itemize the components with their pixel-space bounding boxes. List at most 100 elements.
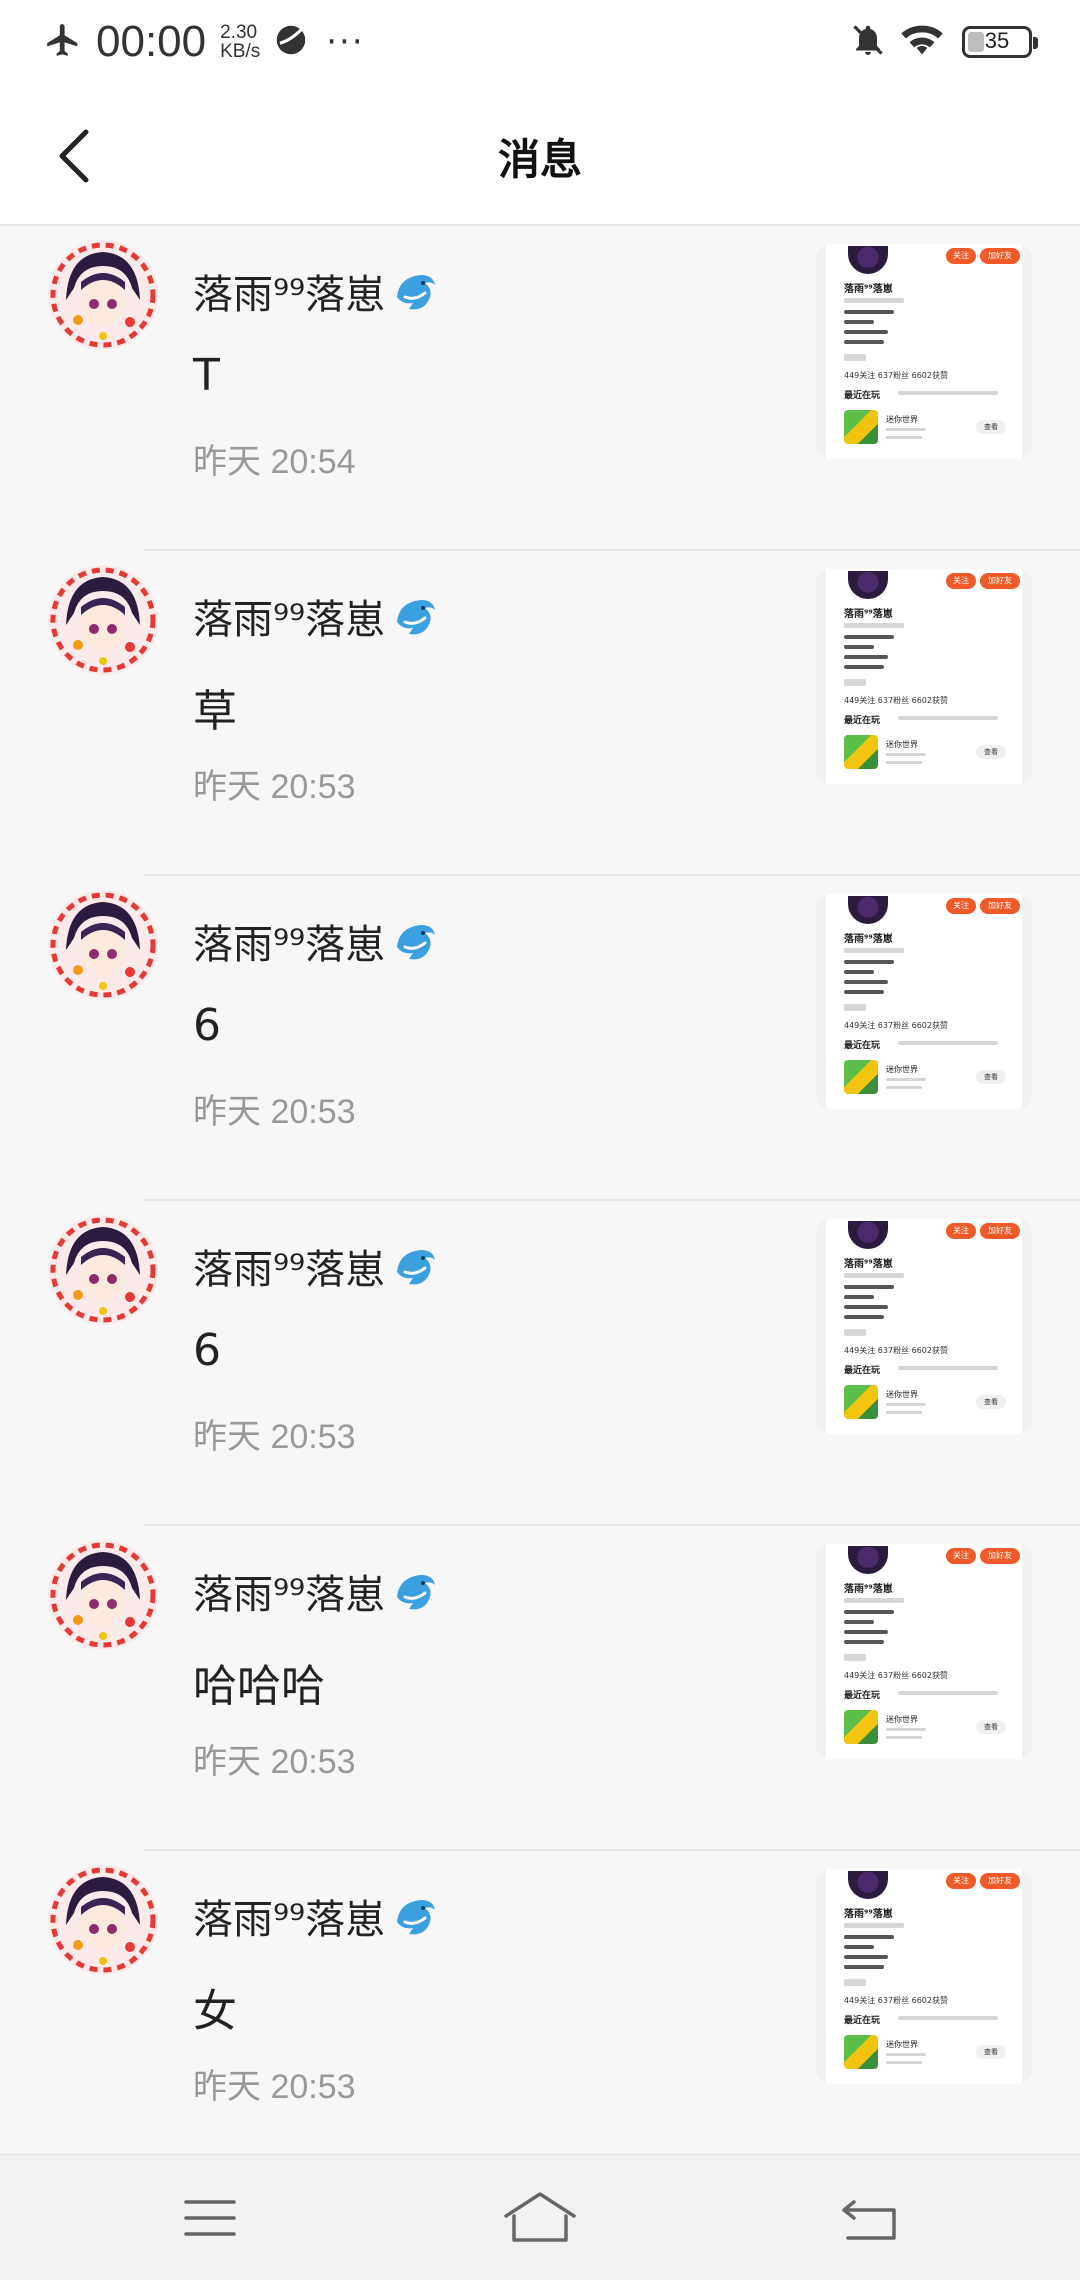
- thumbnail-line: [886, 761, 922, 764]
- thumbnail-line: [844, 970, 874, 974]
- thumbnail-add-friend-button: 加好友: [980, 1223, 1020, 1239]
- avatar[interactable]: [48, 1865, 158, 1975]
- sender[interactable]: 落雨⁹⁹落崽: [193, 1887, 439, 1945]
- profile-thumbnail[interactable]: 关注 加好友 落雨⁹⁹落崽 449关注 637粉丝 6602获赞 最近在玩 迷你…: [816, 894, 1032, 1109]
- message-item[interactable]: 落雨⁹⁹落崽 T 昨天 20:54 关注 加好友 落雨⁹⁹落崽 449关注 63…: [0, 226, 1080, 551]
- thumbnail-follow-button: 关注: [946, 1223, 976, 1239]
- status-bar: 00:00 2.30 KB/s ··· 35: [0, 0, 1080, 84]
- thumbnail-name: 落雨⁹⁹落崽: [844, 1259, 893, 1270]
- thumbnail-stats: 449关注 637粉丝 6602获赞: [844, 1996, 948, 2005]
- sender-name: 落雨⁹⁹落崽: [193, 922, 386, 968]
- thumbnail-line: [844, 1315, 884, 1319]
- message-time: 昨天 20:53: [193, 768, 356, 806]
- profile-thumbnail[interactable]: 关注 加好友 落雨⁹⁹落崽 449关注 637粉丝 6602获赞 最近在玩 迷你…: [816, 1544, 1032, 1759]
- menu-button[interactable]: [170, 2185, 250, 2251]
- thumbnail-line: [886, 1403, 926, 1406]
- thumbnail-line: [886, 428, 926, 431]
- message-item[interactable]: 落雨⁹⁹落崽 草 昨天 20:53 关注 加好友 落雨⁹⁹落崽 449关注 63…: [0, 551, 1080, 876]
- thumbnail-line: [886, 753, 926, 756]
- thumbnail-card: 关注 加好友 落雨⁹⁹落崽 449关注 637粉丝 6602获赞 最近在玩 迷你…: [826, 894, 1022, 1109]
- home-button[interactable]: [500, 2185, 580, 2251]
- thumbnail-line: [844, 1923, 904, 1928]
- thumbnail-line: [844, 340, 884, 344]
- message-time: 昨天 20:54: [193, 443, 356, 481]
- thumbnail-stats: 449关注 637粉丝 6602获赞: [844, 1346, 948, 1355]
- thumbnail-line: [844, 1640, 884, 1644]
- thumbnail-add-friend-button: 加好友: [980, 1873, 1020, 1889]
- profile-thumbnail[interactable]: 关注 加好友 落雨⁹⁹落崽 449关注 637粉丝 6602获赞 最近在玩 迷你…: [816, 1869, 1032, 2084]
- thumbnail-line: [844, 1285, 894, 1289]
- avatar[interactable]: [48, 1540, 158, 1650]
- wifi-icon: [900, 22, 944, 62]
- thumbnail-recent: 最近在玩: [844, 716, 881, 726]
- thumbnail-line: [844, 1273, 904, 1278]
- message-text: T: [193, 350, 220, 401]
- app-notification-icon: [272, 21, 310, 63]
- thumbnail-line: [844, 1620, 874, 1624]
- thumbnail-tag: [844, 679, 866, 686]
- thumbnail-game-title: 迷你世界: [886, 1065, 918, 1074]
- thumbnail-game-title: 迷你世界: [886, 1390, 918, 1399]
- network-speed: 2.30 KB/s: [220, 23, 260, 61]
- thumbnail-line: [886, 2061, 922, 2064]
- sender-name: 落雨⁹⁹落崽: [193, 597, 386, 643]
- thumbnail-line: [886, 1736, 922, 1739]
- message-item[interactable]: 落雨⁹⁹落崽 哈哈哈 昨天 20:53 关注 加好友 落雨⁹⁹落崽 449关注 …: [0, 1526, 1080, 1851]
- sender[interactable]: 落雨⁹⁹落崽: [193, 1562, 439, 1620]
- dolphin-badge-icon: [397, 1250, 436, 1285]
- thumbnail-line: [844, 1965, 884, 1969]
- thumbnail-stats: 449关注 637粉丝 6602获赞: [844, 696, 948, 705]
- avatar[interactable]: [48, 1215, 158, 1325]
- message-time: 昨天 20:53: [193, 1418, 356, 1456]
- thumbnail-avatar: [848, 571, 888, 599]
- thumbnail-stats: 449关注 637粉丝 6602获赞: [844, 1021, 948, 1030]
- thumbnail-card: 关注 加好友 落雨⁹⁹落崽 449关注 637粉丝 6602获赞 最近在玩 迷你…: [826, 569, 1022, 784]
- avatar[interactable]: [48, 565, 158, 675]
- thumbnail-stats: 449关注 637粉丝 6602获赞: [844, 371, 948, 380]
- thumbnail-line: [886, 1728, 926, 1731]
- sender-name: 落雨⁹⁹落崽: [193, 1897, 386, 1943]
- avatar[interactable]: [48, 240, 158, 350]
- thumbnail-recent: 最近在玩: [844, 1366, 881, 1376]
- message-text: 哈哈哈: [193, 1661, 325, 1712]
- avatar[interactable]: [48, 890, 158, 1000]
- thumbnail-line: [844, 635, 894, 639]
- network-speed-unit: KB/s: [220, 41, 261, 62]
- sender-name: 落雨⁹⁹落崽: [193, 272, 386, 318]
- sender[interactable]: 落雨⁹⁹落崽: [193, 262, 439, 320]
- message-time: 昨天 20:53: [193, 2068, 356, 2106]
- status-right: 35: [850, 18, 1038, 66]
- message-item[interactable]: 落雨⁹⁹落崽 女 昨天 20:53 关注 加好友 落雨⁹⁹落崽 449关注 63…: [0, 1851, 1080, 2154]
- thumbnail-avatar: [848, 896, 888, 924]
- sender[interactable]: 落雨⁹⁹落崽: [193, 912, 439, 970]
- thumbnail-stats: 449关注 637粉丝 6602获赞: [844, 1671, 948, 1680]
- message-list[interactable]: 落雨⁹⁹落崽 T 昨天 20:54 关注 加好友 落雨⁹⁹落崽 449关注 63…: [0, 226, 1080, 2154]
- more-notifications: ···: [326, 22, 365, 62]
- thumbnail-view-button: 查看: [976, 2045, 1006, 2059]
- thumbnail-game-icon: [844, 735, 878, 769]
- message-item[interactable]: 落雨⁹⁹落崽 6 昨天 20:53 关注 加好友 落雨⁹⁹落崽 449关注 63…: [0, 1201, 1080, 1526]
- profile-thumbnail[interactable]: 关注 加好友 落雨⁹⁹落崽 449关注 637粉丝 6602获赞 最近在玩 迷你…: [816, 244, 1032, 459]
- sender[interactable]: 落雨⁹⁹落崽: [193, 1237, 439, 1295]
- thumbnail-line: [844, 980, 888, 984]
- back-nav-button[interactable]: [830, 2185, 910, 2251]
- thumbnail-recent: 最近在玩: [844, 1041, 881, 1051]
- thumbnail-recent: 最近在玩: [844, 391, 881, 401]
- header: 消息: [0, 84, 1080, 226]
- thumbnail-name: 落雨⁹⁹落崽: [844, 934, 893, 945]
- thumbnail-game-title: 迷你世界: [886, 415, 918, 424]
- thumbnail-line: [844, 1945, 874, 1949]
- sender[interactable]: 落雨⁹⁹落崽: [193, 587, 439, 645]
- thumbnail-card: 关注 加好友 落雨⁹⁹落崽 449关注 637粉丝 6602获赞 最近在玩 迷你…: [826, 244, 1022, 459]
- battery-level: 35: [984, 28, 1010, 53]
- thumbnail-game-title: 迷你世界: [886, 1715, 918, 1724]
- thumbnail-view-button: 查看: [976, 1070, 1006, 1084]
- thumbnail-line: [844, 1935, 894, 1939]
- thumbnail-card: 关注 加好友 落雨⁹⁹落崽 449关注 637粉丝 6602获赞 最近在玩 迷你…: [826, 1219, 1022, 1434]
- thumbnail-view-button: 查看: [976, 420, 1006, 434]
- thumbnail-avatar: [848, 1871, 888, 1899]
- thumbnail-add-friend-button: 加好友: [980, 898, 1020, 914]
- profile-thumbnail[interactable]: 关注 加好友 落雨⁹⁹落崽 449关注 637粉丝 6602获赞 最近在玩 迷你…: [816, 1219, 1032, 1434]
- message-item[interactable]: 落雨⁹⁹落崽 6 昨天 20:53 关注 加好友 落雨⁹⁹落崽 449关注 63…: [0, 876, 1080, 1201]
- profile-thumbnail[interactable]: 关注 加好友 落雨⁹⁹落崽 449关注 637粉丝 6602获赞 最近在玩 迷你…: [816, 569, 1032, 784]
